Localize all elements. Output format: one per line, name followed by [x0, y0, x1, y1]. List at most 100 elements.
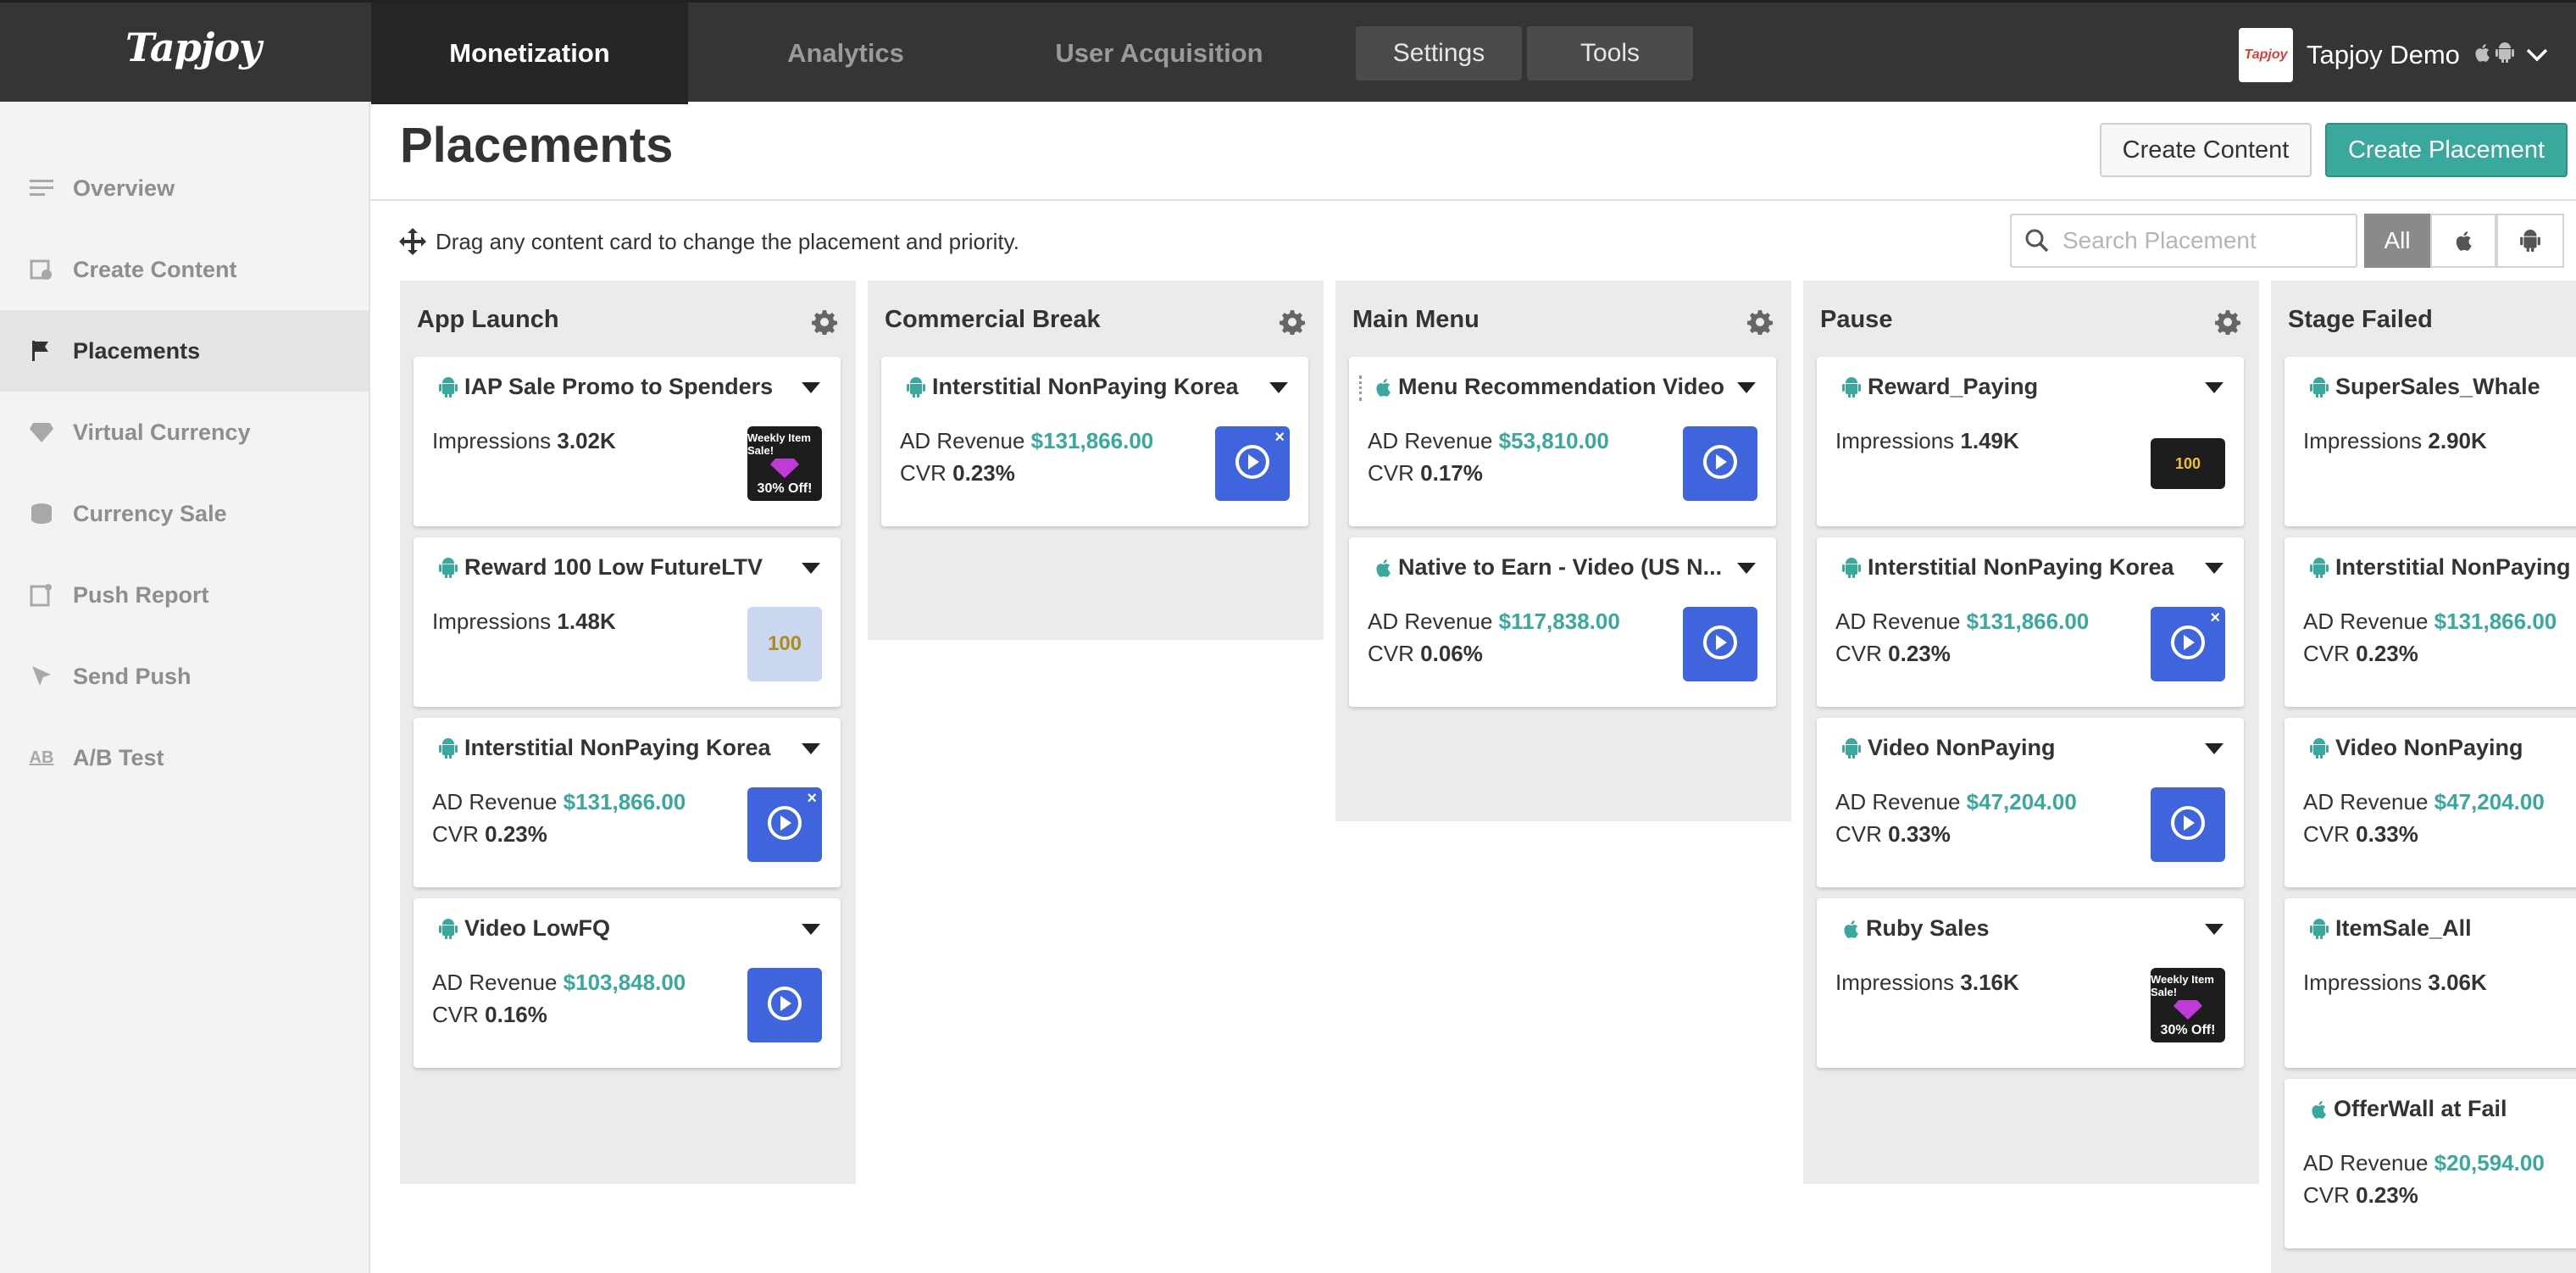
close-icon[interactable]: ×	[1274, 428, 1285, 447]
cvr-metric: CVR 0.06%	[1368, 641, 1483, 667]
android-icon	[1842, 376, 1861, 397]
sidebar-item-create-content[interactable]: Create Content	[0, 229, 369, 310]
thumbnail-text: 100	[767, 632, 802, 655]
dropdown-caret-icon[interactable]	[2205, 924, 2223, 935]
sidebar-item-placements[interactable]: Placements	[0, 310, 369, 392]
cvr-value: 0.23%	[2356, 641, 2418, 666]
content-card[interactable]: Ruby Sales Impressions 3.16K Weekly Item S…	[1817, 898, 2244, 1068]
card-title-text: Interstitial NonPaying Korea	[464, 735, 771, 760]
content-card[interactable]: ItemSale_All Impressions 3.06K	[2285, 898, 2576, 1068]
gear-icon[interactable]	[1280, 309, 1305, 336]
dropdown-caret-icon[interactable]	[2205, 563, 2223, 574]
content-card[interactable]: Reward_Paying Impressions 1.49K 100	[1817, 357, 2244, 526]
dropdown-caret-icon[interactable]	[1737, 382, 1756, 393]
filter-android-button[interactable]	[2496, 214, 2564, 268]
revenue-value: $131,866.00	[2434, 609, 2557, 634]
thumbnail-text: 100	[2174, 454, 2201, 472]
impressions-value: 3.06K	[2428, 970, 2487, 995]
nav-tab-analytics[interactable]: Analytics	[688, 3, 1003, 104]
sidebar-item-virtual-currency[interactable]: Virtual Currency	[0, 392, 369, 473]
content-card[interactable]: Interstitial NonPaying Korea AD Revenue $…	[414, 718, 841, 887]
tapjoy-logo[interactable]: Tapjoy	[125, 25, 262, 84]
video-thumbnail[interactable]: ×	[2151, 607, 2225, 681]
cvr-metric: CVR 0.23%	[432, 821, 547, 848]
close-icon[interactable]: ×	[2210, 609, 2220, 628]
content-card[interactable]: SuperSales_Whale Impressions 2.90K	[2285, 357, 2576, 526]
video-thumbnail[interactable]	[1683, 426, 1757, 501]
apple-icon	[1842, 919, 1859, 939]
play-icon	[2168, 623, 2207, 666]
search-box	[2010, 214, 2357, 268]
close-icon[interactable]: ×	[807, 789, 817, 809]
dropdown-caret-icon[interactable]	[1737, 563, 1756, 574]
gem-icon	[770, 457, 799, 481]
video-thumbnail[interactable]: ×	[747, 787, 822, 862]
content-card[interactable]: Reward 100 Low FutureLTV Impressions 1.48…	[414, 537, 841, 707]
card-title-text: Ruby Sales	[1866, 915, 1990, 941]
video-thumbnail[interactable]	[2151, 787, 2225, 862]
search-input[interactable]	[2062, 227, 2342, 254]
impressions-metric: Impressions 1.48K	[432, 609, 616, 635]
video-thumbnail[interactable]: ×	[1215, 426, 1290, 501]
content-card[interactable]: Interstitial NonPaying Korea AD Revenue $…	[1817, 537, 2244, 707]
filter-all-button[interactable]: All	[2364, 214, 2430, 268]
content-card[interactable]: Video NonPaying AD Revenue $47,204.00 CVR …	[2285, 718, 2576, 887]
cvr-value: 0.23%	[485, 821, 547, 847]
sidebar-item-label: Virtual Currency	[73, 419, 251, 445]
impressions-value: 2.90K	[2428, 428, 2487, 453]
gear-icon[interactable]	[812, 309, 837, 336]
card-title-text: OfferWall at Fail	[2334, 1096, 2507, 1121]
cvr-value: 0.17%	[1420, 460, 1483, 486]
card-title-text: Interstitial NonPaying	[2335, 554, 2571, 580]
placement-column: App Launch IAP Sale Promo to Spenders Impr…	[400, 281, 856, 1184]
cvr-metric: CVR 0.16%	[432, 1002, 547, 1028]
revenue-label: AD Revenue	[2303, 1150, 2429, 1176]
video-thumbnail[interactable]	[1683, 607, 1757, 681]
dropdown-caret-icon[interactable]	[802, 743, 820, 754]
account-menu[interactable]: Tapjoy Tapjoy Demo	[2239, 28, 2548, 82]
play-icon	[1701, 623, 1740, 666]
settings-button[interactable]: Settings	[1356, 26, 1522, 81]
nav-tab-monetization[interactable]: Monetization	[371, 3, 688, 104]
thumbnail-text: Weekly Item Sale!	[2151, 972, 2214, 998]
cvr-metric: CVR 0.23%	[2303, 641, 2418, 667]
content-card[interactable]: Menu Recommendation Video AD Revenue $53,…	[1349, 357, 1776, 526]
card-title: IAP Sale Promo to Spenders	[439, 374, 795, 400]
revenue-label: AD Revenue	[2303, 789, 2429, 814]
gear-icon[interactable]	[1747, 309, 1773, 336]
tools-button[interactable]: Tools	[1527, 26, 1693, 81]
revenue-metric: AD Revenue $53,810.00	[1368, 428, 1609, 454]
dropdown-caret-icon[interactable]	[802, 382, 820, 393]
content-card[interactable]: Video NonPaying AD Revenue $47,204.00 CVR …	[1817, 718, 2244, 887]
cvr-metric: CVR 0.33%	[1835, 821, 1951, 848]
sidebar-item-label: Push Report	[73, 581, 209, 608]
revenue-value: $131,866.00	[1030, 428, 1154, 453]
content-card[interactable]: Interstitial NonPaying Korea AD Revenue $…	[881, 357, 1308, 526]
sidebar-item-push-report[interactable]: Push Report	[0, 554, 369, 636]
video-thumbnail[interactable]	[747, 968, 822, 1042]
card-title-text: Interstitial NonPaying Korea	[932, 374, 1239, 399]
create-content-button[interactable]: Create Content	[2100, 123, 2312, 177]
content-card[interactable]: IAP Sale Promo to Spenders Impressions 3.…	[414, 357, 841, 526]
dropdown-caret-icon[interactable]	[1269, 382, 1288, 393]
content-card[interactable]: Native to Earn - Video (US N... AD Revenu…	[1349, 537, 1776, 707]
drag-handle[interactable]	[1359, 375, 1363, 401]
sidebar-item-ab-test[interactable]: AB A/B Test	[0, 717, 369, 798]
impressions-label: Impressions	[1835, 428, 1955, 453]
dropdown-caret-icon[interactable]	[802, 563, 820, 574]
content-card[interactable]: OfferWall at Fail AD Revenue $20,594.00 CV…	[2285, 1079, 2576, 1248]
content-card[interactable]: Video LowFQ AD Revenue $103,848.00 CVR 0.1…	[414, 898, 841, 1068]
dropdown-caret-icon[interactable]	[2205, 743, 2223, 754]
filter-ios-button[interactable]	[2430, 214, 2496, 268]
play-icon	[765, 984, 804, 1027]
sidebar-item-currency-sale[interactable]: Currency Sale	[0, 473, 369, 554]
nav-tab-user-acquisition[interactable]: User Acquisition	[1003, 3, 1315, 104]
content-card[interactable]: Interstitial NonPaying AD Revenue $131,86…	[2285, 537, 2576, 707]
create-placement-button[interactable]: Create Placement	[2325, 123, 2568, 177]
sidebar-item-overview[interactable]: Overview	[0, 147, 369, 229]
gear-icon[interactable]	[2215, 309, 2240, 336]
dropdown-caret-icon[interactable]	[2205, 382, 2223, 393]
dropdown-caret-icon[interactable]	[802, 924, 820, 935]
sidebar-item-label: Create Content	[73, 256, 237, 282]
sidebar-item-send-push[interactable]: Send Push	[0, 636, 369, 717]
